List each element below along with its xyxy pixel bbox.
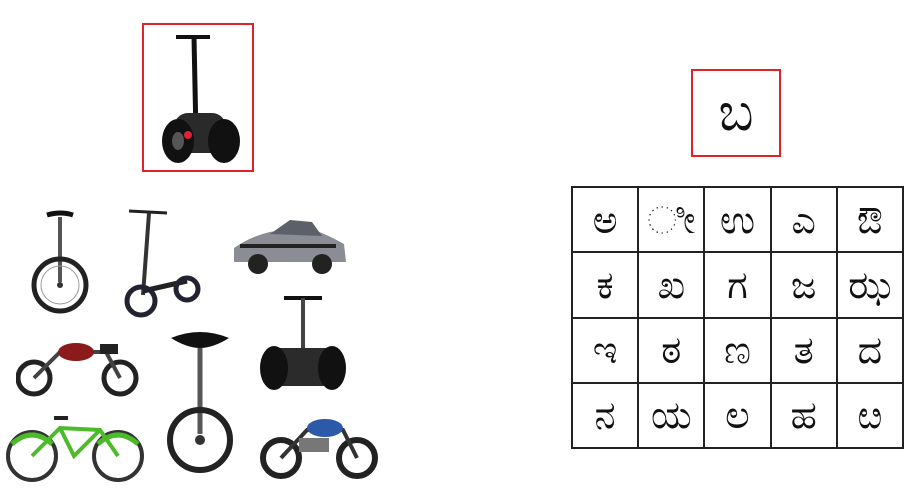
grid-cell: ಜ (770, 252, 837, 318)
grid-cell: ಲ (704, 382, 771, 448)
grid-cell: ಅ (572, 187, 639, 253)
motorcycle-icon (260, 419, 378, 479)
grid-cell: ಯ (638, 382, 705, 448)
grid-cell: ಹ (770, 382, 837, 448)
car-icon (234, 220, 346, 274)
grid-cell: ಣ (704, 317, 771, 383)
grid-cell: ಖ (638, 252, 705, 318)
grid-cell: ಕ (572, 252, 639, 318)
segway-icon (260, 296, 346, 390)
grid-cell: ಉ (704, 187, 771, 253)
grid-cell: ತ (770, 317, 837, 383)
bicycle-icon (6, 416, 144, 482)
grid-cell: ದ (836, 317, 903, 383)
grid-cell: ೀ (638, 187, 705, 253)
grid-cell: ಝ (836, 252, 903, 318)
character-grid: ಅ ೀ ಉ ಎ ಔ ಕ ಖ ಗ ಜ ಝ ಇ ಠ ಣ ತ ದ ನ ಯ ಲ ಹ ೞ (571, 186, 904, 449)
unicycle-icon (31, 210, 89, 314)
grid-cell: ಠ (638, 317, 705, 383)
chopper-motorcycle-icon (16, 343, 139, 397)
query-image-box (142, 23, 254, 172)
query-character-box: ಬ (691, 69, 781, 157)
grid-cell: ನ (572, 382, 639, 448)
grid-cell: ಇ (572, 317, 639, 383)
grid-cell: ಎ (770, 187, 837, 253)
grid-cell: ಔ (836, 187, 903, 253)
kick-scooter-icon (124, 209, 201, 318)
grid-cell: ೞ (836, 382, 903, 448)
query-character: ಬ (718, 82, 754, 143)
segway-icon (162, 35, 240, 163)
unicycle-seat-icon (167, 332, 233, 473)
grid-cell: ಗ (704, 252, 771, 318)
